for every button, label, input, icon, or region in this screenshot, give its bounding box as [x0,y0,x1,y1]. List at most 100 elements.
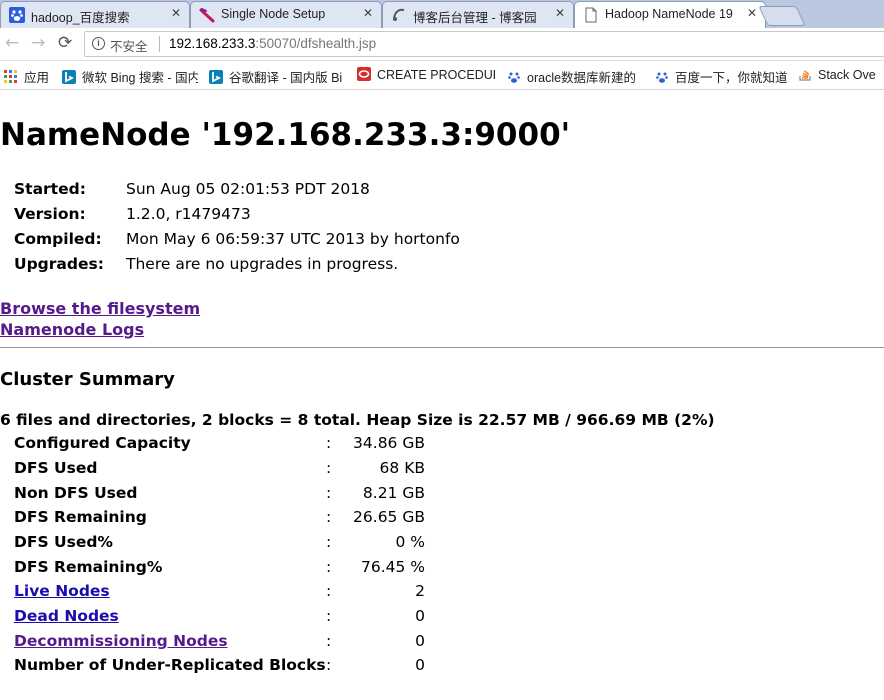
divider [159,36,160,52]
summary-row-configured-capacity: Configured Capacity : 34.86 GB [14,434,434,456]
live-nodes-link[interactable]: Live Nodes [14,582,110,600]
tab-title: Hadoop NameNode 19 [605,7,733,21]
close-icon[interactable]: ✕ [363,6,373,20]
bookmark-label: oracle数据库新建的 [527,71,637,85]
bookmark-label: 谷歌翻译 - 国内版 Bi [229,71,343,85]
baidu-icon [9,7,25,23]
security-label[interactable]: 不安全 [110,36,148,55]
summary-separator: : [326,434,332,452]
bookmark-label: Stack Ove [818,68,876,82]
bookmark-oracle-new[interactable]: oracle数据库新建的 [507,67,641,86]
summary-separator: : [326,632,332,650]
bookmark-google-translate[interactable]: 谷歌翻译 - 国内版 Bi [209,67,346,86]
summary-key: DFS Used% [14,533,113,551]
close-icon[interactable]: ✕ [747,6,757,20]
summary-row-dfs-remaining-pct: DFS Remaining% : 76.45 % [14,558,434,580]
summary-key-cell: Live Nodes [14,582,110,600]
decommissioning-nodes-link[interactable]: Decommissioning Nodes [14,632,228,650]
back-arrow-icon[interactable]: ← [5,33,19,53]
bookmark-create-procedure[interactable]: CREATE PROCEDUR [357,67,495,82]
tab-blog-admin[interactable]: 博客后台管理 - 博客园 ✕ [382,1,574,28]
summary-value: 2 [415,582,425,600]
tab-hadoop-namenode[interactable]: Hadoop NameNode 19 ✕ [574,1,766,29]
bookmark-label: CREATE PROCEDUR [377,68,495,82]
feather-icon [199,8,215,23]
summary-value: 76.45 % [360,558,425,576]
summary-key: DFS Remaining [14,508,147,526]
bookmark-apps[interactable]: 应用 [4,67,49,86]
summary-separator: : [326,459,332,477]
summary-key: Non DFS Used [14,484,138,502]
new-tab-button[interactable] [758,6,806,26]
bookmark-label: 微软 Bing 搜索 - 国内 [82,71,198,85]
summary-value: 26.65 GB [353,508,425,526]
namenode-logs-link[interactable]: Namenode Logs [0,320,144,339]
bookmark-label: 应用 [24,71,50,85]
browse-filesystem-link[interactable]: Browse the filesystem [0,299,200,318]
url-path: :50070/dfshealth.jsp [255,36,377,51]
info-key: Version: [14,205,86,223]
baidu-icon [508,72,520,83]
summary-key: DFS Used [14,459,98,477]
summary-key-cell: Dead Nodes [14,607,119,625]
summary-row-decommissioning-nodes: Decommissioning Nodes : 0 [14,632,434,654]
summary-key-cell: Decommissioning Nodes [14,632,228,650]
summary-separator: : [326,558,332,576]
info-value: Sun Aug 05 02:01:53 PDT 2018 [126,180,370,198]
summary-separator: : [326,484,332,502]
summary-separator: : [326,656,332,674]
tab-title: 博客后台管理 - 博客园 [413,11,537,25]
bookmark-label: 百度一下，你就知道 [675,71,787,85]
tab-single-node-setup[interactable]: Single Node Setup ✕ [190,1,382,28]
close-icon[interactable]: ✕ [171,6,181,20]
address-bar[interactable]: i 不安全 192.168.233.3:50070/dfshealth.jsp [84,31,884,57]
page-icon [585,7,597,23]
page-content: NameNode '192.168.233.3:9000' Started: S… [0,90,884,700]
info-value: 1.2.0, r1479473 [126,205,251,223]
info-value: There are no upgrades in progress. [126,255,399,273]
summary-row-live-nodes: Live Nodes : 2 [14,582,434,604]
bookmark-baidu[interactable]: 百度一下，你就知道 [655,67,787,86]
url-text[interactable]: 192.168.233.3:50070/dfshealth.jsp [169,36,376,51]
summary-value: 0 [415,656,425,674]
tab-title: hadoop_百度搜索 [31,11,130,25]
summary-row-dfs-used-pct: DFS Used% : 0 % [14,533,434,555]
bing-icon [209,70,223,84]
info-key: Upgrades: [14,255,104,273]
summary-separator: : [326,607,332,625]
bookmark-stackoverflow[interactable]: Stack Ove [798,67,884,82]
bookmarks-bar: 应用 微软 Bing 搜索 - 国内 谷歌翻译 - 国内版 Bi CREATE … [0,61,884,90]
forward-arrow-icon[interactable]: → [31,33,45,53]
bookmark-bing[interactable]: 微软 Bing 搜索 - 国内 [62,67,198,86]
summary-key: DFS Remaining% [14,558,163,576]
oracle-icon [357,67,371,81]
tab-hadoop-search[interactable]: hadoop_百度搜索 ✕ [0,1,190,28]
summary-row-dfs-remaining: DFS Remaining : 26.65 GB [14,508,434,530]
info-icon[interactable]: i [92,37,105,50]
info-key: Compiled: [14,230,102,248]
baidu-icon [656,72,668,83]
summary-value: 0 [415,607,425,625]
summary-separator: : [326,533,332,551]
summary-row-under-replicated: Number of Under-Replicated Blocks : 0 [14,656,434,678]
reload-icon[interactable]: ⟳ [58,33,72,53]
tab-strip: hadoop_百度搜索 ✕ Single Node Setup ✕ 博客后台管理… [0,0,884,29]
bing-icon [62,70,76,84]
summary-value: 68 KB [379,459,425,477]
cluster-summary-heading: Cluster Summary [0,369,175,390]
page-title: NameNode '192.168.233.3:9000' [0,117,571,153]
summary-row-dead-nodes: Dead Nodes : 0 [14,607,434,629]
summary-key: Number of Under-Replicated Blocks [14,656,326,674]
cnblogs-icon [393,8,405,21]
divider [0,347,884,348]
dead-nodes-link[interactable]: Dead Nodes [14,607,119,625]
summary-value: 34.86 GB [353,434,425,452]
summary-row-dfs-used: DFS Used : 68 KB [14,459,434,481]
close-icon[interactable]: ✕ [555,6,565,20]
summary-value: 0 [415,632,425,650]
tab-title: Single Node Setup [221,7,326,21]
apps-grid-icon [4,70,17,83]
summary-value: 8.21 GB [362,484,425,502]
stackoverflow-icon [799,70,811,81]
browser-toolbar: ← → ⟳ i 不安全 192.168.233.3:50070/dfshealt… [0,28,884,61]
